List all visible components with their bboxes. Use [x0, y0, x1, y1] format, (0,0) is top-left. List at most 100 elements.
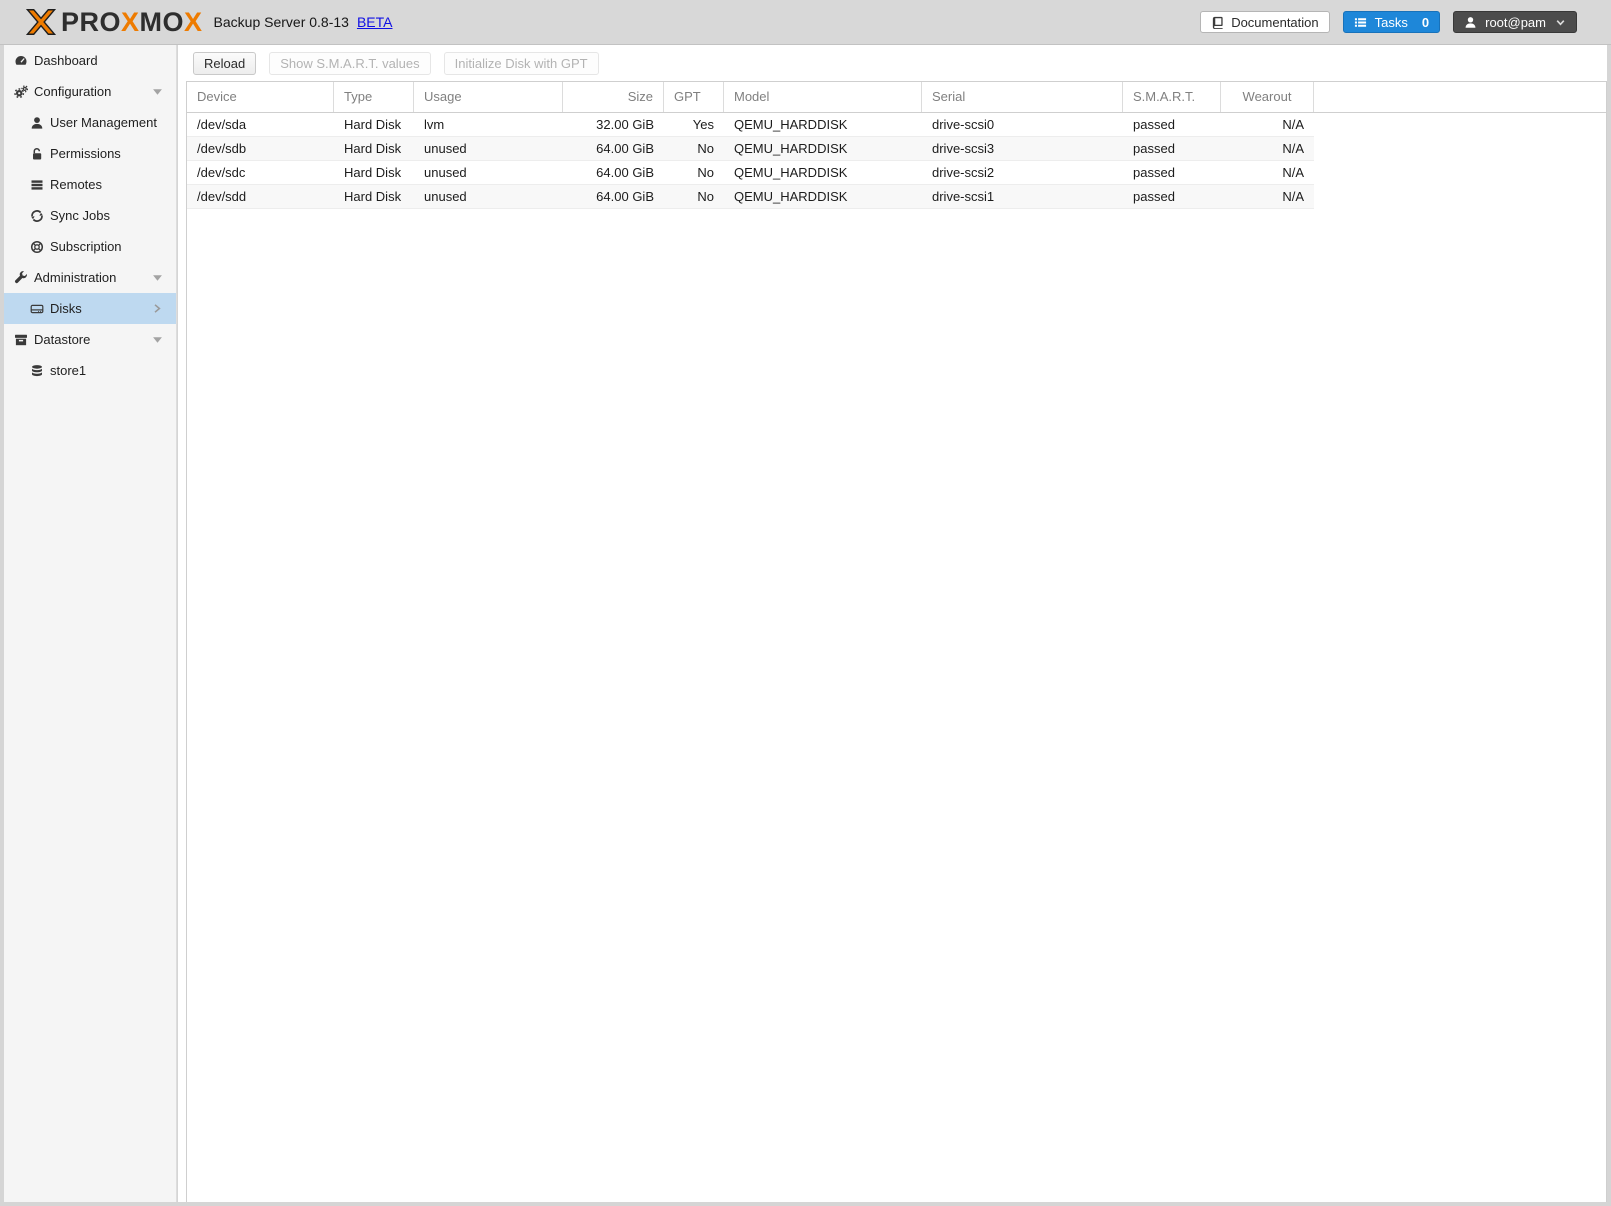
user-icon	[1465, 16, 1476, 28]
cell-wearout: N/A	[1282, 141, 1304, 156]
column-header-size[interactable]: Size	[563, 82, 664, 112]
sidebar-item-disks[interactable]: Disks	[4, 293, 176, 324]
sidebar-item-label: Sync Jobs	[50, 208, 110, 223]
sync-icon	[30, 209, 44, 223]
cell-device: /dev/sdc	[197, 165, 246, 180]
column-header-type[interactable]: Type	[334, 82, 414, 112]
cell-smart: passed	[1133, 189, 1175, 204]
caret-down-icon[interactable]	[152, 334, 163, 345]
column-header-usage[interactable]: Usage	[414, 82, 563, 112]
sidebar-item-administration[interactable]: Administration	[4, 262, 176, 293]
sidebar-item-label: Dashboard	[34, 53, 98, 68]
reload-button[interactable]: Reload	[193, 51, 257, 75]
sidebar-item-user-management[interactable]: User Management	[4, 107, 176, 138]
life-ring-icon	[30, 240, 44, 254]
tasks-count-badge: 0	[1421, 14, 1430, 30]
cell-wearout: N/A	[1282, 189, 1304, 204]
cell-serial: drive-scsi2	[932, 165, 995, 180]
sidebar: Dashboard Configuration User Management	[4, 45, 177, 1202]
cell-usage: lvm	[424, 117, 445, 132]
sidebar-item-store1[interactable]: store1	[4, 355, 176, 386]
sidebar-item-label: Permissions	[50, 146, 121, 161]
table-header-row: Device Type Usage Size GPT Model Serial …	[187, 82, 1606, 113]
cell-model: QEMU_HARDDISK	[734, 189, 848, 204]
hdd-icon	[30, 302, 44, 316]
cell-size: 64.00 GiB	[596, 141, 654, 156]
sidebar-item-subscription[interactable]: Subscription	[4, 231, 176, 262]
chevron-right-icon	[152, 303, 162, 314]
cell-gpt: Yes	[692, 117, 714, 132]
user-menu-button[interactable]: root@pam	[1453, 11, 1577, 33]
tasks-button[interactable]: Tasks 0	[1342, 11, 1441, 33]
cell-serial: drive-scsi3	[932, 141, 995, 156]
cell-size: 64.00 GiB	[596, 165, 654, 180]
sidebar-item-label: Remotes	[50, 177, 103, 192]
cell-gpt: No	[697, 189, 714, 204]
cell-gpt: No	[697, 165, 714, 180]
database-icon	[30, 364, 44, 378]
column-header-smart[interactable]: S.M.A.R.T.	[1123, 82, 1221, 112]
cell-model: QEMU_HARDDISK	[734, 141, 848, 156]
column-header-device[interactable]: Device	[187, 82, 334, 112]
table-row[interactable]: /dev/sdb Hard Disk unused 64.00 GiB No Q…	[187, 137, 1314, 161]
cell-type: Hard Disk	[344, 165, 402, 180]
sidebar-item-datastore[interactable]: Datastore	[4, 324, 176, 355]
cell-device: /dev/sda	[197, 117, 247, 132]
caret-down-icon[interactable]	[152, 272, 163, 283]
cell-smart: passed	[1133, 141, 1175, 156]
beta-link[interactable]: BETA	[357, 14, 393, 30]
cell-device: /dev/sdb	[197, 141, 247, 156]
user-label: root@pam	[1485, 14, 1546, 30]
cell-usage: unused	[424, 141, 467, 156]
sidebar-item-dashboard[interactable]: Dashboard	[4, 45, 176, 76]
tasks-label: Tasks	[1374, 14, 1408, 30]
sidebar-item-label: Disks	[50, 301, 82, 316]
proxmox-logo-icon	[25, 8, 57, 36]
sidebar-item-label: User Management	[50, 115, 157, 130]
cell-model: QEMU_HARDDISK	[734, 117, 848, 132]
caret-down-icon[interactable]	[152, 86, 163, 97]
tasks-list-icon	[1354, 17, 1366, 27]
sidebar-item-remotes[interactable]: Remotes	[4, 169, 176, 200]
wrench-icon	[14, 270, 28, 285]
sidebar-item-permissions[interactable]: Permissions	[4, 138, 176, 169]
unlock-icon	[30, 147, 44, 161]
column-header-serial[interactable]: Serial	[922, 82, 1123, 112]
sidebar-item-configuration[interactable]: Configuration	[4, 76, 176, 107]
top-header-bar: PROXMOX Backup Server 0.8-13 BETA Docume…	[0, 0, 1611, 45]
cell-type: Hard Disk	[344, 117, 402, 132]
cell-wearout: N/A	[1282, 117, 1304, 132]
cell-gpt: No	[697, 141, 714, 156]
list-bars-icon	[30, 178, 44, 192]
disks-table: Device Type Usage Size GPT Model Serial …	[186, 81, 1607, 1202]
page-title: Backup Server 0.8-13	[213, 14, 349, 30]
table-row[interactable]: /dev/sdd Hard Disk unused 64.00 GiB No Q…	[187, 185, 1314, 209]
cell-serial: drive-scsi1	[932, 189, 995, 204]
column-header-filler	[1314, 82, 1606, 112]
column-header-model[interactable]: Model	[724, 82, 922, 112]
cell-usage: unused	[424, 165, 467, 180]
table-row[interactable]: /dev/sda Hard Disk lvm 32.00 GiB Yes QEM…	[187, 113, 1314, 137]
cell-smart: passed	[1133, 165, 1175, 180]
documentation-label: Documentation	[1231, 14, 1319, 30]
sidebar-item-label: Datastore	[34, 332, 91, 347]
main-panel: Reload Show S.M.A.R.T. values Initialize…	[178, 45, 1607, 1202]
column-header-gpt[interactable]: GPT	[664, 82, 724, 112]
cell-size: 64.00 GiB	[596, 189, 654, 204]
cell-usage: unused	[424, 189, 467, 204]
documentation-button[interactable]: Documentation	[1200, 11, 1330, 33]
user-icon	[30, 116, 44, 130]
cell-device: /dev/sdd	[197, 189, 247, 204]
column-header-wearout[interactable]: Wearout	[1221, 82, 1314, 112]
cell-smart: passed	[1133, 117, 1175, 132]
show-smart-values-button: Show S.M.A.R.T. values	[269, 51, 431, 75]
book-icon	[1213, 16, 1223, 29]
sidebar-item-label: Configuration	[34, 84, 112, 99]
cell-wearout: N/A	[1282, 165, 1304, 180]
table-row[interactable]: /dev/sdc Hard Disk unused 64.00 GiB No Q…	[187, 161, 1314, 185]
sidebar-item-sync-jobs[interactable]: Sync Jobs	[4, 200, 176, 231]
initialize-disk-gpt-button: Initialize Disk with GPT	[443, 51, 599, 75]
archive-icon	[14, 333, 28, 347]
sidebar-item-label: store1	[50, 363, 87, 378]
cell-model: QEMU_HARDDISK	[734, 165, 848, 180]
